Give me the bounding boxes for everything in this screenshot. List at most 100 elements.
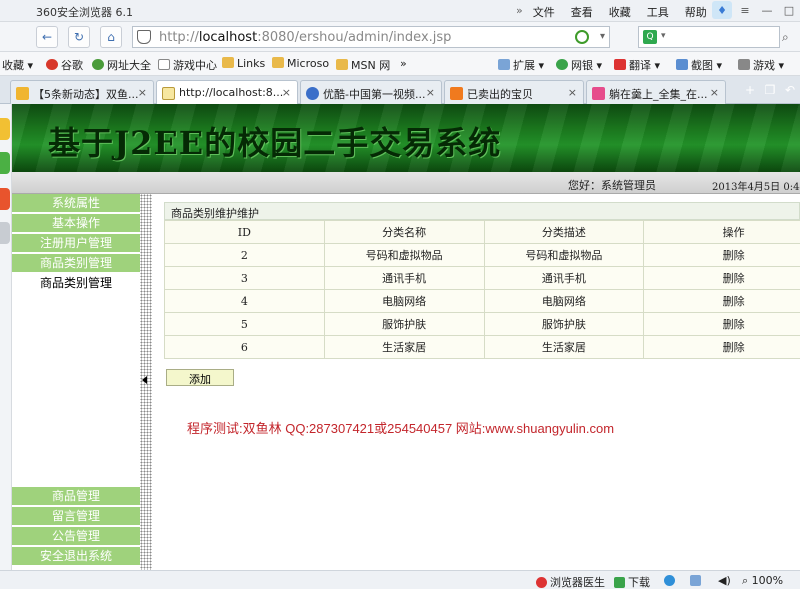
ie-status-icon[interactable]: [664, 574, 678, 587]
delete-link[interactable]: 删除: [643, 289, 800, 313]
cell-id: 4: [164, 289, 325, 313]
favorites-menu[interactable]: 收藏 ▾: [2, 57, 33, 73]
tab-close-icon[interactable]: ×: [426, 86, 435, 99]
maximize-icon[interactable]: □: [778, 0, 800, 20]
search-input[interactable]: Q ▾: [638, 26, 780, 48]
credits-text: 程序测试:双鱼林 QQ:287307421或254540457 网站:www.s…: [187, 421, 615, 436]
youku-icon: [306, 87, 319, 100]
col-id: ID: [164, 220, 325, 244]
cell-id: 5: [164, 312, 325, 336]
category-table: ID 分类名称 分类描述 操作 2 号码和虚拟物品 号码和虚拟物品 删除 3 通…: [164, 220, 800, 359]
download-manager[interactable]: 下载: [614, 574, 650, 589]
tab-label: 躺在羹上_全集_在...: [609, 88, 708, 101]
cell-id: 3: [164, 266, 325, 290]
toolbar-extensions[interactable]: 扩展 ▾: [498, 57, 544, 73]
browser-side-strip: [0, 104, 12, 570]
search-engine-icon[interactable]: Q: [643, 30, 657, 44]
address-bar[interactable]: http://localhost:8080/ershou/admin/index…: [132, 26, 610, 48]
google-icon: [46, 59, 58, 70]
address-url[interactable]: http://localhost:8080/ershou/admin/index…: [159, 30, 451, 45]
refresh-button[interactable]: ↻: [68, 26, 90, 48]
fav-msn[interactable]: MSN 网: [336, 57, 390, 73]
fav-games[interactable]: 游戏中心: [158, 57, 217, 73]
side-weibo-icon[interactable]: [0, 188, 10, 210]
skin-icon[interactable]: ♦: [712, 1, 732, 19]
home-button[interactable]: ⌂: [100, 26, 122, 48]
tab-youku[interactable]: 优酷-中国第一视频... ×: [300, 80, 442, 104]
frame-splitter[interactable]: [140, 194, 152, 570]
tab-localhost[interactable]: http://localhost:8... ×: [156, 80, 298, 105]
fav-google[interactable]: 谷歌: [46, 57, 83, 73]
back-arrow-icon: ←: [41, 30, 53, 44]
browser-status-bar: 浏览器医生 下载 ◀) ⌕ 100%: [0, 570, 800, 589]
favorites-bar: 收藏 ▾ 谷歌 网址大全 游戏中心 Links Microso MSN 网 » …: [0, 52, 800, 76]
nav-system-properties[interactable]: 系统属性: [12, 194, 140, 213]
tab-restore-icon[interactable]: ❐: [760, 80, 780, 100]
tab-video[interactable]: 躺在羹上_全集_在... ×: [586, 80, 726, 104]
menu-help[interactable]: 帮助: [685, 4, 707, 20]
delete-link[interactable]: 删除: [643, 312, 800, 336]
menu-file[interactable]: 文件: [533, 4, 555, 20]
menu-view[interactable]: 查看: [571, 4, 593, 20]
nav-category-management[interactable]: 商品类别管理: [12, 254, 140, 273]
toolbar-translate[interactable]: 翻译 ▾: [614, 57, 660, 73]
zoom-control[interactable]: ⌕ 100%: [742, 574, 783, 588]
tab-label: http://localhost:8...: [179, 86, 284, 99]
col-desc: 分类描述: [483, 220, 645, 244]
nav-goods-management[interactable]: 商品管理: [12, 487, 140, 506]
security-shield-icon: [137, 30, 151, 44]
toolbar-games[interactable]: 游戏 ▾: [738, 57, 784, 73]
navigation-bar: ← ↻ ⌂ http://localhost:8080/ershou/admin…: [0, 22, 800, 52]
browser-doctor[interactable]: 浏览器医生: [536, 574, 605, 589]
ie-mode-icon[interactable]: [575, 30, 589, 44]
table-row: 5 服饰护肤 服饰护肤 删除: [164, 312, 800, 336]
screen-icon[interactable]: [690, 574, 704, 587]
undo-close-icon[interactable]: ↶: [780, 80, 800, 100]
tab-close-icon[interactable]: ×: [282, 86, 291, 99]
nav-logout[interactable]: 安全退出系统: [12, 547, 140, 566]
address-dropdown-icon[interactable]: ▾: [600, 31, 605, 42]
col-operation: 操作: [643, 220, 800, 244]
menu-icon[interactable]: ≡: [734, 0, 756, 20]
site-title: 基于J2EE的校园二手交易系统: [48, 124, 502, 162]
fav-microsoft[interactable]: Microso: [272, 57, 329, 70]
refresh-icon: ↻: [73, 30, 85, 44]
volume-icon[interactable]: ◀): [718, 574, 731, 587]
nav-message-management[interactable]: 留言管理: [12, 507, 140, 526]
tab-label: 优酷-中国第一视频...: [323, 88, 426, 101]
search-icon[interactable]: ⌕: [782, 26, 800, 48]
tab-bar: 【5条新动态】双鱼... × http://localhost:8... × 优…: [0, 76, 800, 105]
cell-desc: 生活家居: [483, 335, 645, 359]
nav-basic-operations[interactable]: 基本操作: [12, 214, 140, 233]
side-tools-icon[interactable]: [0, 222, 10, 244]
menu-favorites[interactable]: 收藏: [609, 4, 631, 20]
tab-close-icon[interactable]: ×: [568, 86, 577, 99]
new-tab-icon[interactable]: +: [740, 80, 760, 100]
search-engine-dropdown-icon[interactable]: ▾: [661, 31, 666, 41]
toolbar-screenshot[interactable]: 截图 ▾: [676, 57, 722, 73]
tab-close-icon[interactable]: ×: [138, 86, 147, 99]
tab-news[interactable]: 【5条新动态】双鱼... ×: [10, 80, 154, 104]
minimize-icon[interactable]: —: [756, 0, 778, 20]
nav-category-management-link[interactable]: 商品类别管理: [12, 273, 140, 293]
delete-link[interactable]: 删除: [643, 243, 800, 267]
fav-links[interactable]: Links: [222, 57, 265, 70]
tab-close-icon[interactable]: ×: [710, 86, 719, 99]
add-category-button[interactable]: 添加: [166, 369, 234, 386]
table-row: 3 通讯手机 通讯手机 删除: [164, 266, 800, 290]
nav-user-management[interactable]: 注册用户管理: [12, 234, 140, 253]
menu-overflow-icon[interactable]: »: [516, 4, 523, 20]
collapse-arrow-icon[interactable]: [142, 376, 147, 384]
tab-sold-items[interactable]: 已卖出的宝贝 ×: [444, 80, 584, 104]
delete-link[interactable]: 删除: [643, 266, 800, 290]
back-button[interactable]: ←: [36, 26, 58, 48]
menu-tools[interactable]: 工具: [647, 4, 669, 20]
fav-sites[interactable]: 网址大全: [92, 57, 151, 73]
toolbar-ebank[interactable]: 网银 ▾: [556, 57, 602, 73]
nav-notice-management[interactable]: 公告管理: [12, 527, 140, 546]
side-apps-icon[interactable]: [0, 152, 10, 174]
side-favorites-icon[interactable]: [0, 118, 10, 140]
translate-icon: [614, 59, 626, 70]
delete-link[interactable]: 删除: [643, 335, 800, 359]
fav-overflow-icon[interactable]: »: [400, 57, 407, 70]
